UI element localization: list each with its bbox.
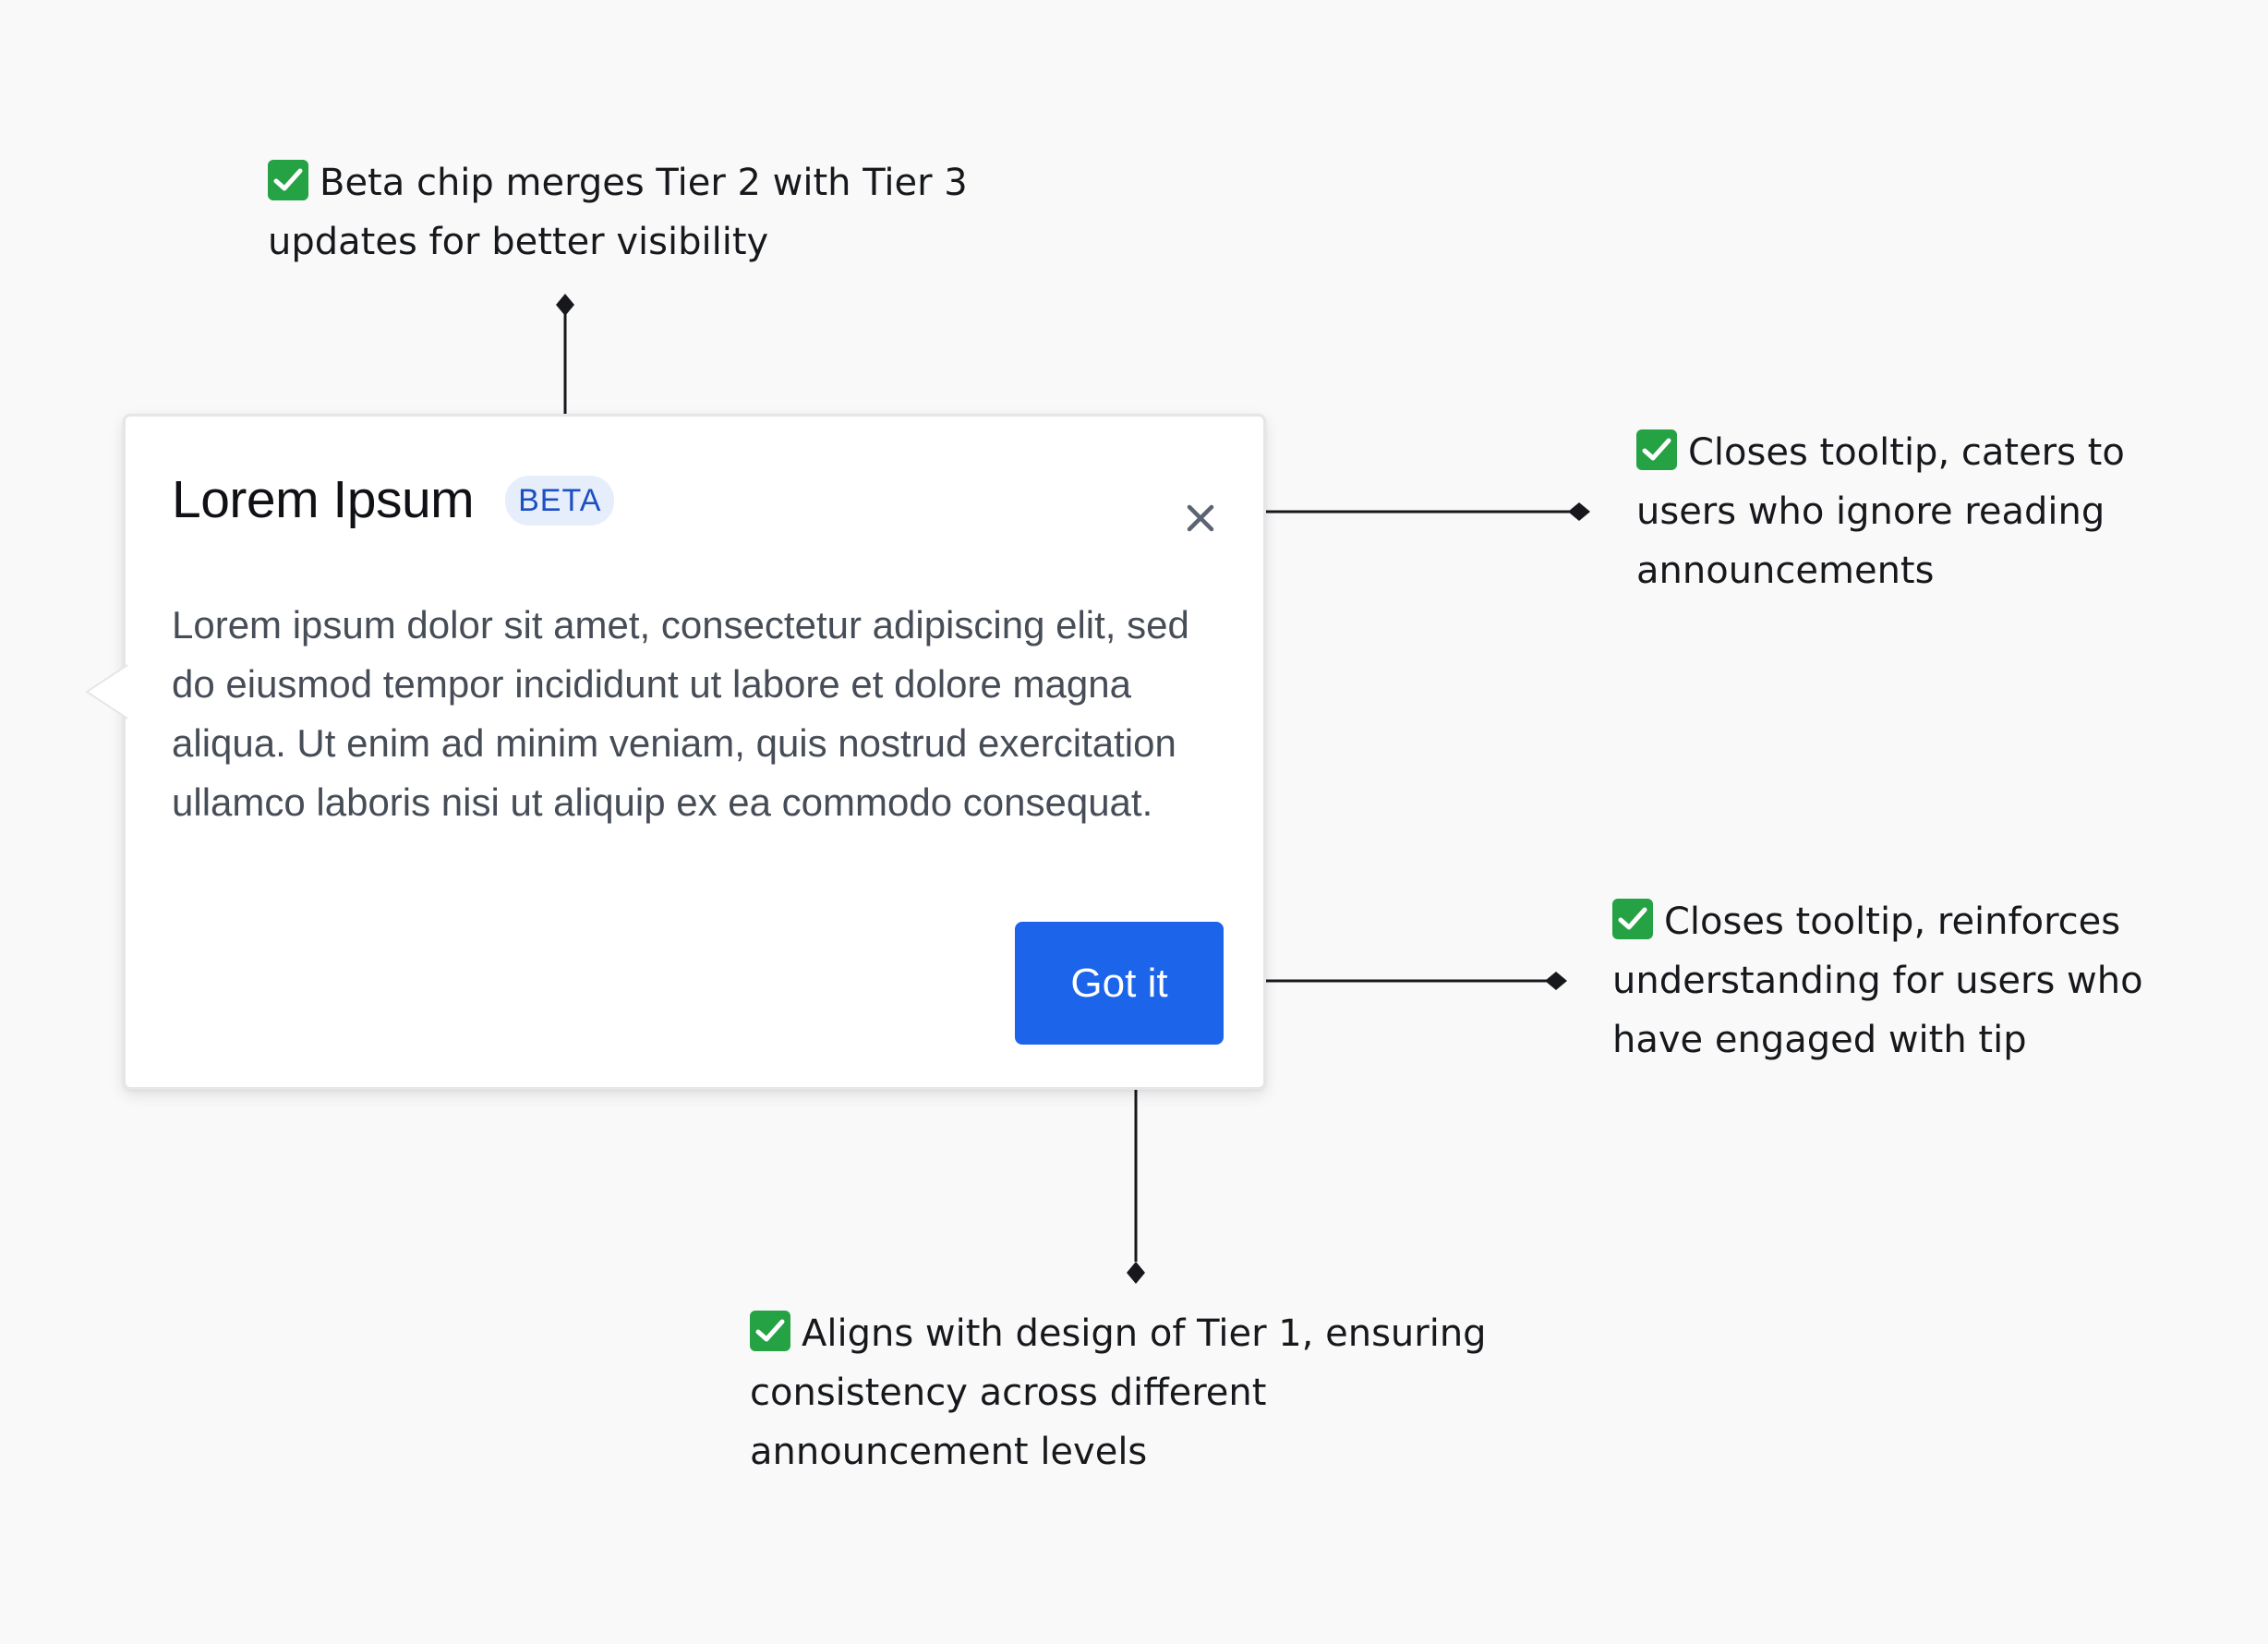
annotation-close-button-text: Closes tooltip, caters to users who igno… — [1636, 431, 2125, 592]
annotation-got-it-button-text: Closes tooltip, reinforces understanding… — [1612, 901, 2143, 1061]
check-icon — [1612, 899, 1653, 939]
check-icon — [750, 1311, 790, 1351]
tooltip-pointer — [85, 664, 129, 719]
got-it-button[interactable]: Got it — [1015, 922, 1224, 1045]
connector-got-it-button-marker — [1545, 972, 1567, 990]
close-icon — [1187, 504, 1214, 532]
annotation-close-button: Closes tooltip, caters to users who igno… — [1636, 423, 2227, 600]
check-icon — [1636, 429, 1677, 470]
tooltip-header: Lorem Ipsum BETA — [172, 470, 615, 529]
annotation-beta-chip-text: Beta chip merges Tier 2 with Tier 3 upda… — [268, 162, 968, 263]
annotation-button-design-text: Aligns with design of Tier 1, ensuring c… — [750, 1312, 1487, 1473]
announcement-tooltip: Lorem Ipsum BETA Lorem ipsum dolor sit a… — [85, 414, 1266, 1090]
annotation-beta-chip: Beta chip merges Tier 2 with Tier 3 upda… — [268, 153, 1034, 272]
tooltip-title: Lorem Ipsum — [172, 470, 475, 529]
connector-beta-chip-marker — [556, 294, 574, 316]
beta-badge: BETA — [505, 475, 615, 526]
connector-button-design-marker — [1127, 1262, 1145, 1284]
tooltip-body-text: Lorem ipsum dolor sit amet, consectetur … — [172, 603, 1189, 824]
check-icon — [268, 160, 308, 200]
annotation-got-it-button: Closes tooltip, reinforces understanding… — [1612, 892, 2222, 1070]
annotation-button-design: Aligns with design of Tier 1, ensuring c… — [750, 1304, 1526, 1481]
close-button[interactable] — [1180, 498, 1221, 538]
connector-close-button-marker — [1568, 502, 1590, 521]
